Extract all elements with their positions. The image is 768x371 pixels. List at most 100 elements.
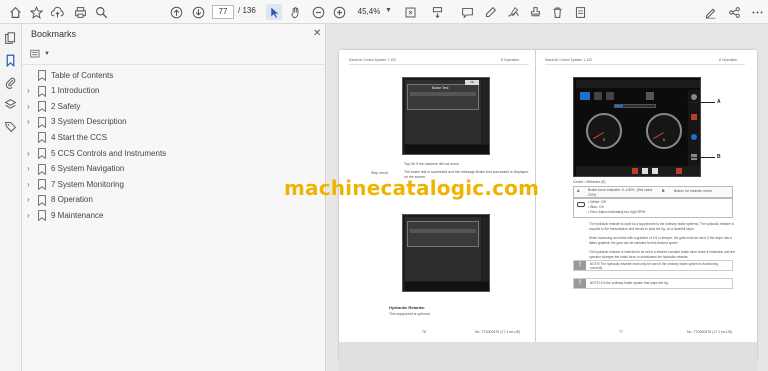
bookmark-item[interactable]: › 9 Maintenance [22,208,322,222]
callout-a: A [717,99,721,105]
bookmark-icon [38,132,46,144]
zoom-level-select[interactable]: 45,4% [352,5,386,19]
attachments-icon[interactable] [4,76,18,90]
delete-icon[interactable] [549,4,565,20]
bookmark-item[interactable]: › 6 System Navigation [22,162,322,176]
list-options-icon [30,49,40,58]
pages-icon[interactable] [4,32,18,46]
bookmark-item[interactable]: › 7 System Monitoring [22,177,322,191]
right-page-docno: No. TT0000479 (17.1 en-US) [687,330,733,334]
share-icon[interactable] [726,4,742,20]
note-box: ! NOTE! It is the ordinary brake system … [573,278,733,289]
section-title: Hydraulic Retarder [389,305,425,310]
page-down-icon[interactable] [190,4,206,20]
bookmark-label: 3 System Description [51,117,127,127]
bookmark-label: 2 Safety [51,101,81,111]
bookmark-item[interactable]: 4 Start the CCS [22,130,322,144]
bookmark-item[interactable]: › 2 Safety [22,99,322,113]
display-button [646,92,654,100]
zoom-out-icon[interactable] [310,4,326,20]
print-icon[interactable] [72,4,88,20]
more-tools-icon[interactable] [572,4,588,20]
select-cursor-icon[interactable] [266,4,282,20]
rpm-gauge-value: 0 [663,138,665,142]
status-icon [642,168,648,174]
main-toolbar: 77 / 136 45,4% ▼ [0,0,768,24]
brake-force-fill [615,105,623,107]
hand-pan-icon[interactable] [287,4,303,20]
chevron-right-icon[interactable]: › [27,117,35,126]
bookmark-icon [38,194,46,206]
left-page-header-left: Sandvik Control System 1.132 [349,58,397,62]
more-icon[interactable] [749,4,765,20]
chevron-right-icon[interactable]: › [27,149,35,158]
alarm-icon [676,168,682,174]
side-icon [691,114,697,120]
fit-page-icon[interactable] [402,4,418,20]
bookmark-options-button[interactable]: ▼ [30,48,50,60]
chevron-right-icon[interactable]: › [27,211,35,220]
bookmark-label: 1 Introduction [51,86,100,96]
display-bottom-bar [576,166,700,176]
navigation-rail [0,24,22,371]
rpm-gauge: 0 [646,113,682,149]
bookmarks-icon[interactable] [4,54,18,68]
bookmark-icon [38,163,46,175]
bookmark-label: 6 System Navigation [51,164,125,174]
chevron-down-icon[interactable]: ▼ [385,7,392,14]
tags-icon[interactable] [4,120,18,134]
highlight-pen-icon[interactable] [482,4,498,20]
body-paragraph: When traversing an incline with a gradie… [589,236,732,245]
bookmark-label: Table of Contents [51,70,114,80]
zoom-in-icon[interactable] [331,4,347,20]
chevron-down-icon: ▼ [44,51,50,57]
header-rule [545,64,745,65]
side-icon [691,134,697,140]
bookmark-item[interactable]: › 3 System Description [22,115,322,129]
table-row-key: A [577,189,580,193]
display-top-bar [576,80,700,88]
chevron-right-icon[interactable]: › [27,195,35,204]
cloud-upload-icon[interactable] [49,4,65,20]
body-paragraph: The hydraulic retarder is used as a supp… [589,222,735,231]
layers-icon[interactable] [4,98,18,112]
stamp-icon[interactable] [527,4,543,20]
bookmark-item[interactable]: Table of Contents [22,68,322,82]
bookmark-item[interactable]: › 5 CCS Controls and Instruments [22,146,322,160]
chevron-right-icon[interactable]: › [27,164,35,173]
scroll-mode-icon[interactable] [429,4,445,20]
bookmarks-panel: Bookmarks ✕ ▼ Table of Contents › 1 Introd… [22,24,326,371]
comment-icon[interactable] [459,4,475,20]
chevron-right-icon[interactable]: › [27,102,35,111]
bookmark-item[interactable]: › 1 Introduction [22,84,322,98]
side-icon [691,94,697,100]
page-number-input[interactable]: 77 [212,5,234,19]
speed-gauge: 0 [586,113,622,149]
table-row-text: Brake force indicator. 0–100%. (Std valu… [588,188,653,197]
page-up-icon[interactable] [168,4,184,20]
page-total: / 136 [238,6,256,15]
sign-pen-icon[interactable] [505,4,521,20]
screen-status-bar [405,145,489,154]
search-icon[interactable] [93,4,109,20]
brake-test-screen-2 [402,214,490,292]
bookmark-label: 5 CCS Controls and Instruments [51,148,167,158]
table-row-key: B [662,189,665,193]
close-icon[interactable]: ✕ [313,28,321,39]
note-box: ! NOTE! The hydraulic retarder must only… [573,260,733,271]
chevron-right-icon[interactable]: › [27,86,35,95]
chevron-right-icon[interactable]: › [27,180,35,189]
home-icon[interactable] [7,4,23,20]
bookmark-item[interactable]: › 8 Operation [22,193,322,207]
bookmark-star-icon[interactable] [28,4,44,20]
dialog-message-bar [410,229,476,233]
section-text: This equipment is optional. [389,312,431,316]
sign-icon[interactable] [702,4,718,20]
table-row: A Brake force indicator. 0–100%. (Std va… [573,186,733,198]
step-text-1: Tap Ok if the machine did not move. [404,162,460,166]
right-page-number: 77 [619,330,623,334]
speed-gauge-value: 0 [603,138,605,142]
left-page-docno: No. TT0000479 (17.1 en-US) [475,330,521,334]
bookmark-icon [38,85,46,97]
bookmark-label: 9 Maintenance [51,210,104,220]
